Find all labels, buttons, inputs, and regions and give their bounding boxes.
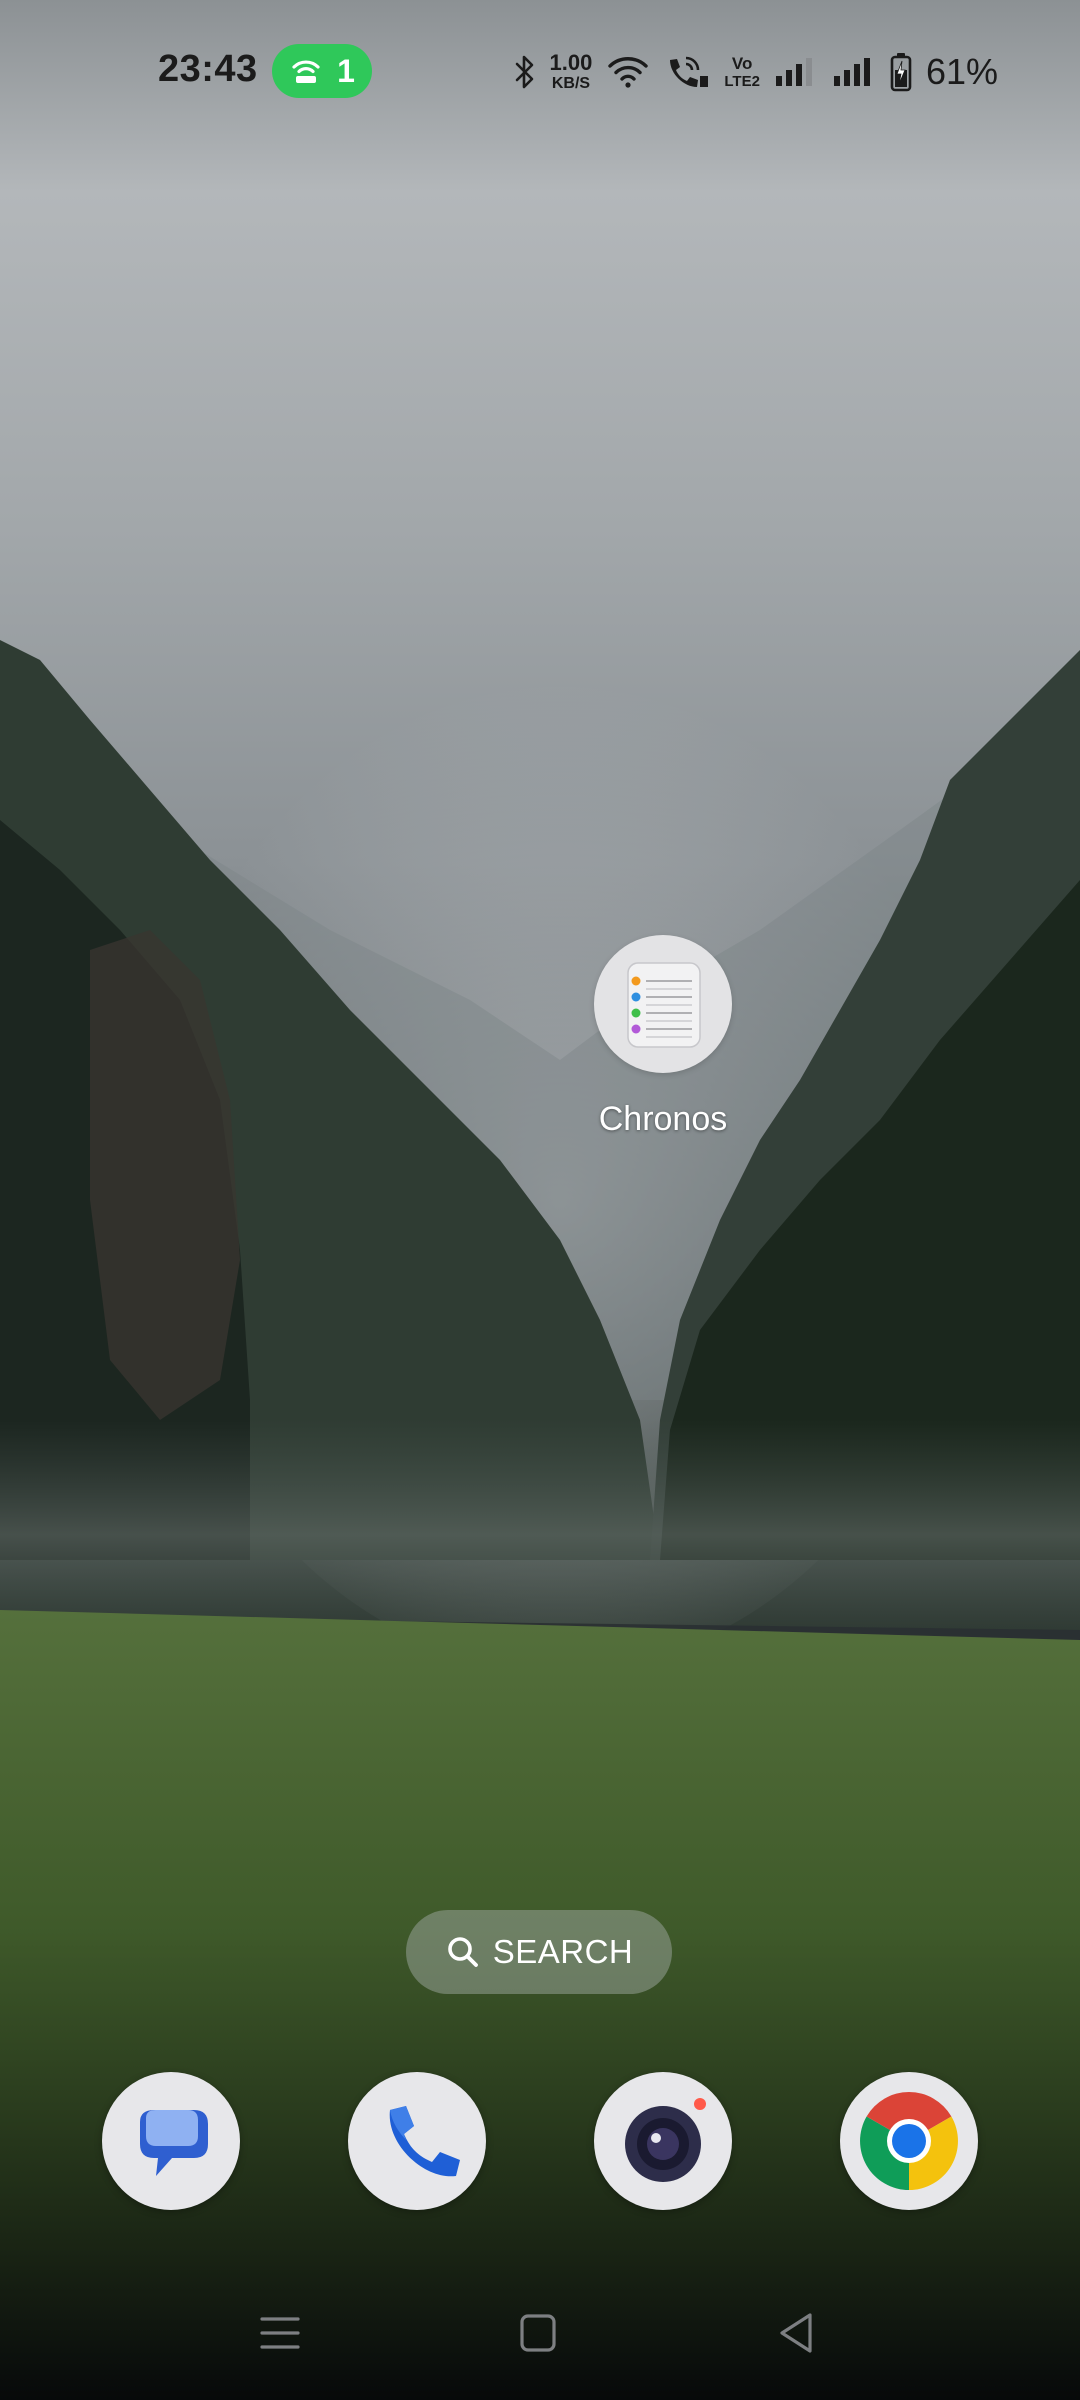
dock-chrome-app[interactable] bbox=[840, 2072, 978, 2210]
search-button[interactable]: SEARCH bbox=[406, 1910, 672, 1994]
menu-icon bbox=[260, 2317, 300, 2349]
signal-1-icon bbox=[775, 58, 812, 86]
hotspot-icon bbox=[292, 60, 320, 83]
dock-phone-app[interactable] bbox=[348, 2072, 486, 2210]
network-speed-unit: KB/S bbox=[551, 75, 591, 92]
reminders-list-icon bbox=[627, 962, 701, 1048]
nav-back-button[interactable] bbox=[766, 2305, 826, 2361]
hotspot-indicator[interactable]: 1 bbox=[272, 44, 372, 98]
phone-icon bbox=[389, 2106, 460, 2177]
status-clock: 23:43 bbox=[158, 48, 258, 90]
battery-percent: 61% bbox=[925, 51, 998, 92]
search-label: SEARCH bbox=[492, 1933, 634, 1970]
nav-recents-button[interactable] bbox=[250, 2305, 310, 2361]
volte-bottom-label: LTE2 bbox=[724, 73, 760, 90]
app-chronos-label: Chronos bbox=[598, 1100, 728, 1138]
bluetooth-icon bbox=[515, 55, 533, 89]
wallpaper bbox=[0, 630, 1080, 2400]
signal-2-icon bbox=[833, 58, 870, 86]
dock-camera-app[interactable] bbox=[594, 2072, 732, 2210]
network-speed-value: 1.00 bbox=[549, 50, 593, 75]
back-triangle-icon bbox=[780, 2313, 812, 2353]
status-bar: 23:43 1 1.00 KB/S Vo LTE2 61% bbox=[0, 0, 1080, 150]
search-icon bbox=[447, 1937, 478, 1967]
volte-indicator: Vo LTE2 bbox=[724, 55, 760, 89]
battery-charging-icon bbox=[890, 53, 912, 92]
camera-icon bbox=[625, 2098, 706, 2182]
network-speed: 1.00 KB/S bbox=[550, 52, 593, 92]
home-screen: 23:43 1 1.00 KB/S Vo LTE2 61% Chronos SE… bbox=[0, 0, 1080, 2400]
status-icons: 1.00 KB/S Vo LTE2 61% bbox=[514, 46, 998, 98]
hotspot-device-count: 1 bbox=[337, 52, 355, 89]
wifi-icon bbox=[608, 57, 649, 88]
app-chronos[interactable] bbox=[594, 935, 732, 1073]
wifi-calling-icon bbox=[670, 56, 709, 87]
chrome-icon bbox=[860, 2092, 958, 2190]
home-square-icon bbox=[520, 2314, 556, 2352]
nav-home-button[interactable] bbox=[508, 2305, 568, 2361]
messages-icon bbox=[140, 2110, 208, 2176]
dock-messages-app[interactable] bbox=[102, 2072, 240, 2210]
volte-top-label: Vo bbox=[731, 54, 753, 73]
